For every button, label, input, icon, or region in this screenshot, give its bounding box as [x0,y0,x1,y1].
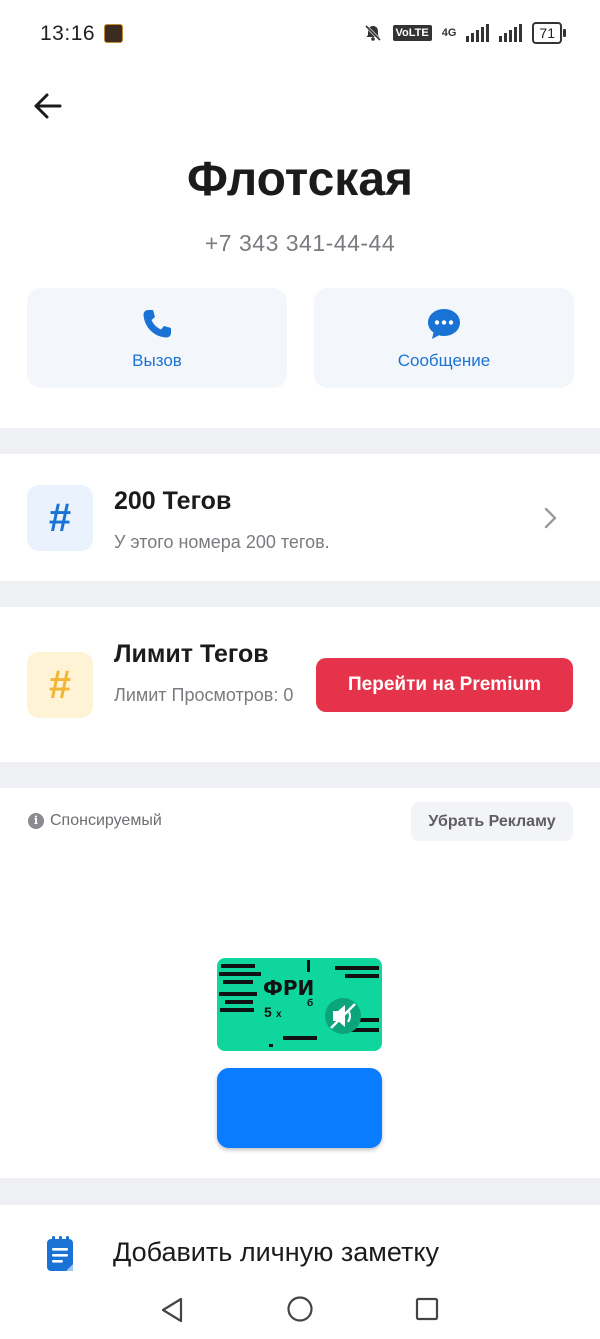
ad-banner-small-1: 5 [264,1004,272,1020]
ad-banner-small-3: б [307,998,314,1009]
system-nav-bar [0,1282,600,1339]
section-divider [0,762,600,788]
sponsored-text: Спонсируемый [50,812,162,829]
nav-back-icon[interactable] [159,1296,185,1324]
signal-icon [466,24,490,42]
call-label: Вызов [132,351,182,370]
tags-row[interactable]: # 200 Тегов У этого номера 200 тегов. [0,454,600,581]
call-button[interactable]: Вызов [27,288,287,388]
tags-title: 200 Тегов [114,487,232,515]
ad-cta-button[interactable] [217,1068,382,1148]
network-type: 4G [441,26,457,39]
sponsored-label: i Спонсируемый [28,812,162,830]
phone-number: +7 343 341-44-44 [204,230,396,256]
nav-home-icon[interactable] [286,1295,314,1323]
volte-badge: VoLTE [392,25,432,41]
battery-icon: 71 [532,22,566,44]
signal-icon [499,24,523,42]
section-divider [0,1178,600,1205]
ad-banner-small-2: х [276,1009,282,1020]
tags-subtitle: У этого номера 200 тегов. [114,532,330,552]
ad-banner[interactable]: ФРИ б 5 х [217,958,382,1051]
ad-banner-text: ФРИ [263,976,315,1000]
hash-icon: # [27,652,93,718]
limit-subtitle: Лимит Просмотров: 0 [114,685,294,705]
remove-ad-button[interactable]: Убрать Рекламу [411,802,573,841]
arrow-left-icon[interactable] [30,88,66,124]
info-icon: i [28,813,44,829]
chevron-right-icon [544,507,557,529]
hash-icon: # [27,485,93,551]
section-divider [0,581,600,607]
app-notification-icon [104,24,123,43]
message-button[interactable]: Сообщение [314,288,574,388]
contact-title: Флотская [186,153,414,206]
message-label: Сообщение [397,351,491,370]
chat-bubble-icon [428,309,460,339]
status-icons: VoLTE 4G 71 [363,22,566,44]
go-premium-button[interactable]: Перейти на Premium [316,658,573,712]
limit-row: # Лимит Тегов Лимит Просмотров: 0 Перейт… [0,607,600,762]
ad-banner-art [219,960,379,1047]
limit-title: Лимит Тегов [114,640,269,668]
mute-bell-icon [364,24,381,42]
add-note-label: Добавить личную заметку [113,1237,439,1267]
note-icon [47,1236,73,1271]
phone-icon [143,310,171,338]
section-divider [0,428,600,454]
status-bar: 13:16 VoLTE 4G 71 [0,0,600,70]
status-time: 13:16 [40,22,96,45]
nav-recents-icon[interactable] [414,1296,440,1322]
